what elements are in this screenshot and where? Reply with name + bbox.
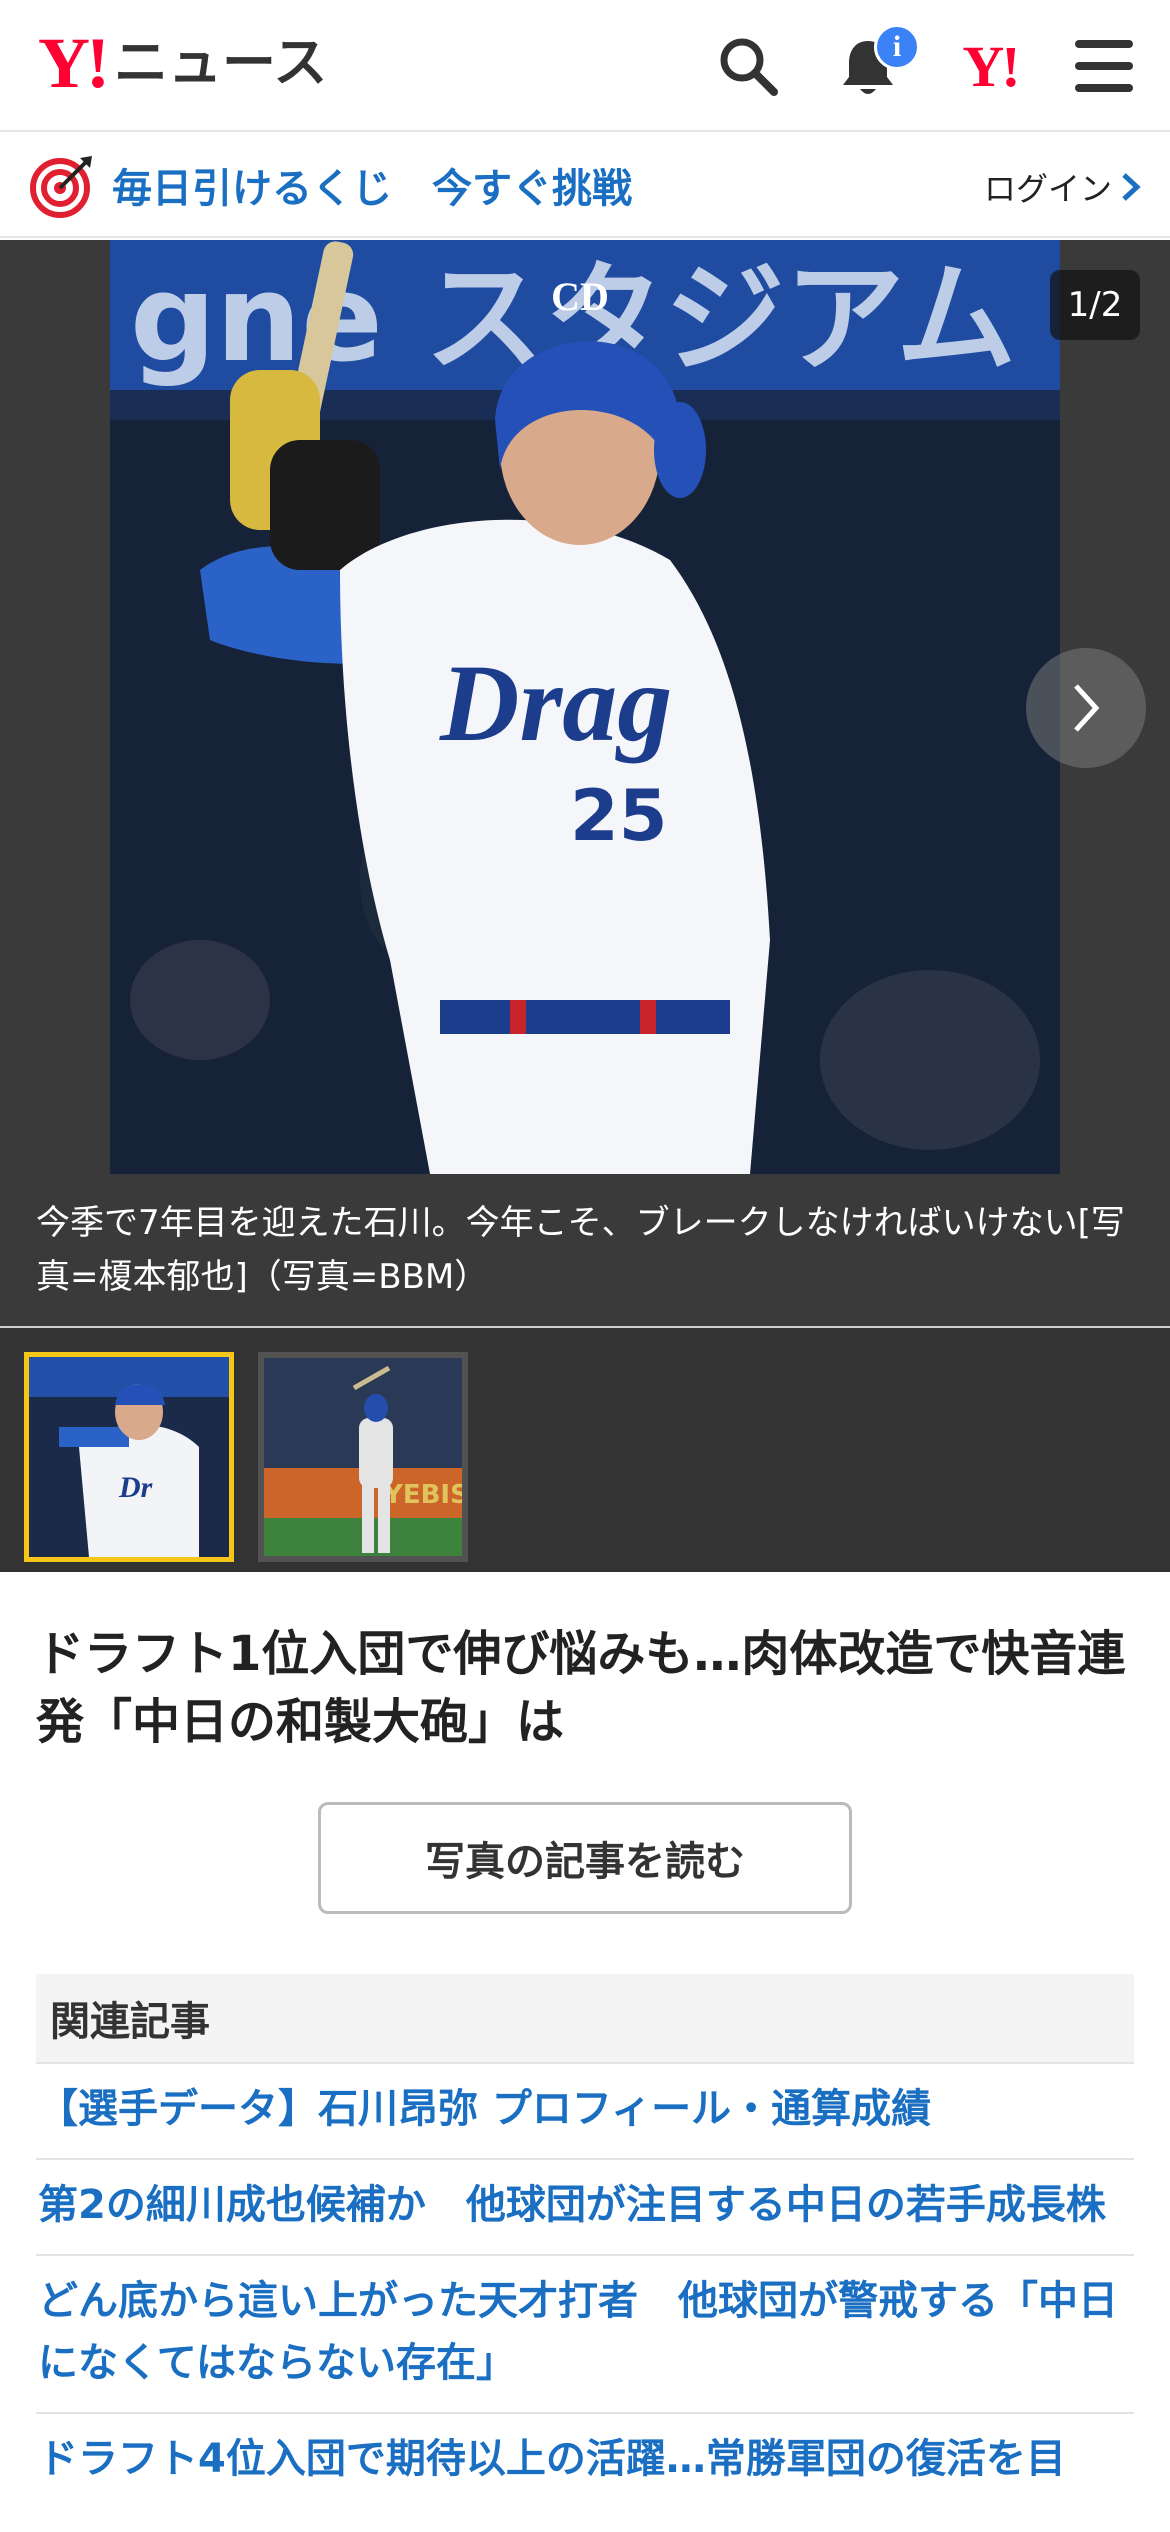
yahoo-logo-mark: Y! — [38, 23, 110, 103]
main-photo[interactable]: gne スタジアム Drag 25 CD — [110, 240, 1060, 1174]
related-articles: 関連記事 【選手データ】石川昂弥 プロフィール・通算成績 第2の細川成也候補か … — [36, 1974, 1134, 2508]
photo-counter: 1/2 — [1050, 270, 1140, 340]
logo-text: ニュース — [113, 31, 328, 94]
svg-text:25: 25 — [570, 775, 667, 857]
thumbnail-1[interactable]: Dr — [24, 1352, 234, 1562]
notification-bell-icon[interactable]: i — [832, 24, 920, 102]
next-photo-button[interactable] — [1026, 648, 1146, 768]
app-header: Y! ニュース i Y! — [0, 0, 1170, 132]
login-label: ログイン — [983, 170, 1112, 208]
svg-text:YEBIS: YEBIS — [383, 1480, 468, 1510]
related-heading: 関連記事 — [36, 1974, 1134, 2062]
search-icon[interactable] — [712, 30, 784, 102]
yahoo-mini-logo[interactable]: Y! — [950, 30, 1030, 102]
related-item[interactable]: ドラフト4位入団で期待以上の活躍…常勝軍団の復活を目 — [36, 2412, 1134, 2508]
read-article-button[interactable]: 写真の記事を読む — [318, 1802, 852, 1914]
photo-caption: 今季で7年目を迎えた石川。今年こそ、ブレークしなければいけない[写真=榎本郁也]… — [0, 1174, 1170, 1326]
chevron-right-icon — [1074, 684, 1100, 732]
promo-text[interactable]: 毎日引けるくじ 今すぐ挑戦 — [112, 156, 632, 214]
related-item[interactable]: どん底から這い上がった天才打者 他球団が警戒する「中日になくてはならない存在」 — [36, 2254, 1134, 2412]
photo-gallery: gne スタジアム Drag 25 CD 1/2 — [0, 240, 1170, 1174]
related-item[interactable]: 【選手データ】石川昂弥 プロフィール・通算成績 — [36, 2062, 1134, 2158]
thumbnail-strip: Dr YEBIS — [0, 1328, 1170, 1572]
menu-icon[interactable] — [1068, 30, 1140, 102]
svg-text:Dr: Dr — [118, 1471, 153, 1504]
chevron-right-icon — [1122, 173, 1141, 201]
thumbnail-2[interactable]: YEBIS — [258, 1352, 468, 1562]
target-dart-icon — [30, 154, 94, 218]
lottery-promo-bar[interactable]: 毎日引けるくじ 今すぐ挑戦 ログイン — [0, 134, 1170, 238]
login-link[interactable]: ログイン — [984, 164, 1142, 210]
notification-badge: i — [874, 24, 920, 70]
related-item[interactable]: 第2の細川成也候補か 他球団が注目する中日の若手成長株 — [36, 2158, 1134, 2254]
yahoo-news-logo[interactable]: Y! ニュース — [38, 23, 328, 103]
svg-text:CD: CD — [551, 274, 609, 319]
article-headline: ドラフト1位入団で伸び悩みも…肉体改造で快音連発「中日の和製大砲」は — [36, 1626, 1126, 1750]
svg-text:Drag: Drag — [439, 642, 672, 764]
